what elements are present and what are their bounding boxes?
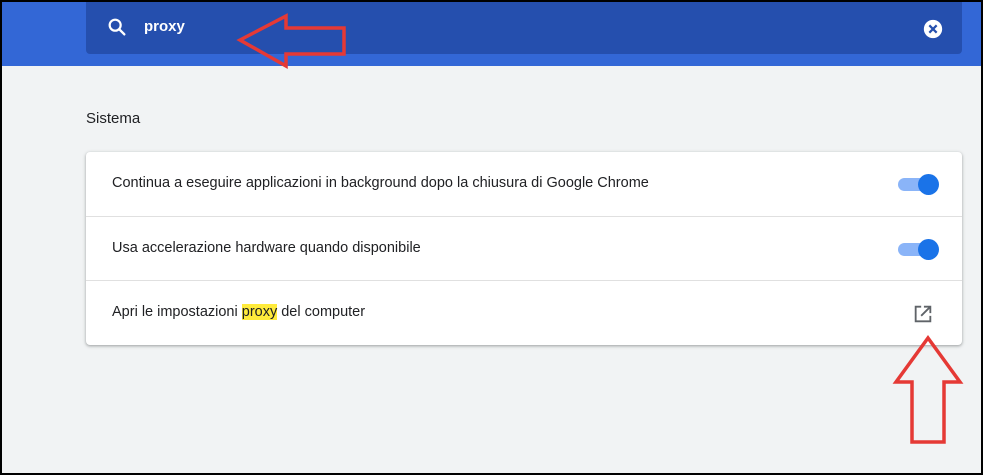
section-title: Sistema [86, 110, 141, 127]
toggle-knob [918, 239, 939, 260]
clear-icon[interactable] [922, 18, 944, 40]
label-text: Apri le impostazioni [112, 304, 242, 320]
open-in-new-icon[interactable] [912, 303, 934, 325]
search-match-highlight: proxy [241, 304, 278, 320]
annotation-arrow-left [236, 13, 346, 69]
search-input[interactable]: proxy [144, 18, 185, 35]
toggle-knob [918, 174, 939, 195]
search-bar[interactable]: proxy [86, 2, 962, 54]
setting-label: Apri le impostazioni proxy del computer [112, 304, 365, 320]
annotation-arrow-up [892, 335, 964, 444]
header-bar: proxy [2, 2, 981, 66]
setting-label: Continua a eseguire applicazioni in back… [112, 175, 649, 191]
background-apps-toggle[interactable] [898, 174, 939, 195]
setting-row-proxy[interactable]: Apri le impostazioni proxy del computer [86, 280, 962, 344]
setting-row-hardware-acceleration[interactable]: Usa accelerazione hardware quando dispon… [86, 216, 962, 280]
hardware-acceleration-toggle[interactable] [898, 239, 939, 260]
setting-row-background-apps[interactable]: Continua a eseguire applicazioni in back… [86, 152, 962, 216]
label-text: del computer [277, 304, 366, 320]
setting-label: Usa accelerazione hardware quando dispon… [112, 240, 421, 256]
search-icon [108, 18, 126, 36]
settings-card: Continua a eseguire applicazioni in back… [86, 152, 962, 345]
